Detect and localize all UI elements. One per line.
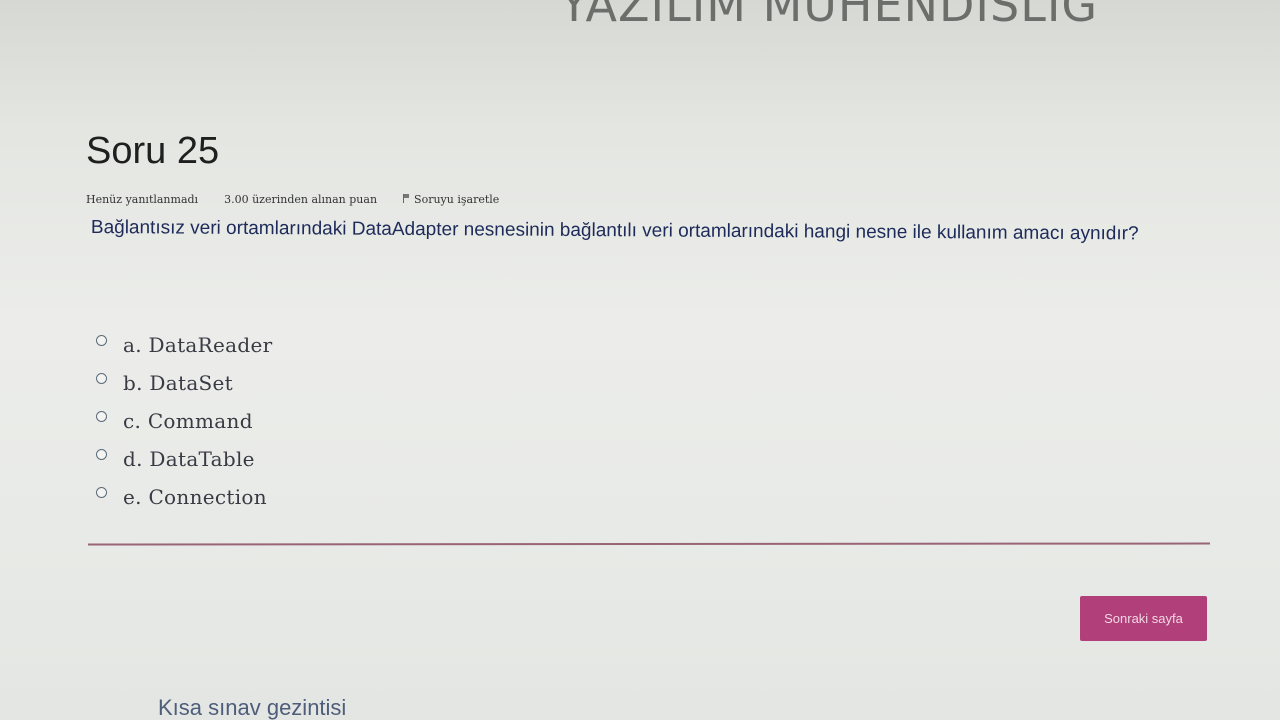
answer-option-d[interactable]: d. DataTable (96, 440, 272, 478)
site-header-banner: YAZILIM MÜHENDİSLİĞ (560, 0, 1099, 32)
flag-question-label: Soruyu işaretle (414, 193, 500, 206)
radio-button[interactable] (96, 334, 107, 346)
answer-label: e. Connection (123, 485, 267, 509)
flag-icon (403, 194, 410, 203)
answer-label: b. DataSet (123, 371, 234, 395)
radio-button[interactable] (96, 486, 107, 498)
answer-list: a. DataReader b. DataSet c. Command d. D… (96, 326, 272, 516)
radio-button[interactable] (96, 372, 107, 384)
section-divider (87, 542, 1211, 545)
flag-question-button[interactable]: Soruyu işaretle (403, 193, 499, 206)
question-score: 3.00 üzerinden alınan puan (224, 193, 378, 206)
radio-button[interactable] (96, 448, 107, 460)
answer-label: d. DataTable (123, 447, 255, 471)
answer-label: c. Command (123, 409, 253, 433)
question-title: Soru 25 (86, 130, 220, 172)
answer-option-e[interactable]: e. Connection (96, 478, 272, 516)
answer-option-b[interactable]: b. DataSet (96, 364, 272, 402)
quiz-page: YAZILIM MÜHENDİSLİĞ Soru 25 Henüz yanıtl… (0, 0, 1280, 720)
question-text: Bağlantısız veri ortamlarındaki DataAdap… (90, 216, 1139, 245)
answer-label: a. DataReader (123, 333, 273, 357)
answer-option-c[interactable]: c. Command (96, 402, 272, 440)
next-page-button[interactable]: Sonraki sayfa (1080, 596, 1207, 641)
answer-option-a[interactable]: a. DataReader (96, 326, 272, 364)
quiz-navigation-link[interactable]: Kısa sınav gezintisi (158, 695, 346, 720)
question-meta: Henüz yanıtlanmadı 3.00 üzerinden alınan… (86, 193, 499, 206)
answer-status: Henüz yanıtlanmadı (86, 193, 199, 206)
radio-button[interactable] (96, 410, 107, 422)
